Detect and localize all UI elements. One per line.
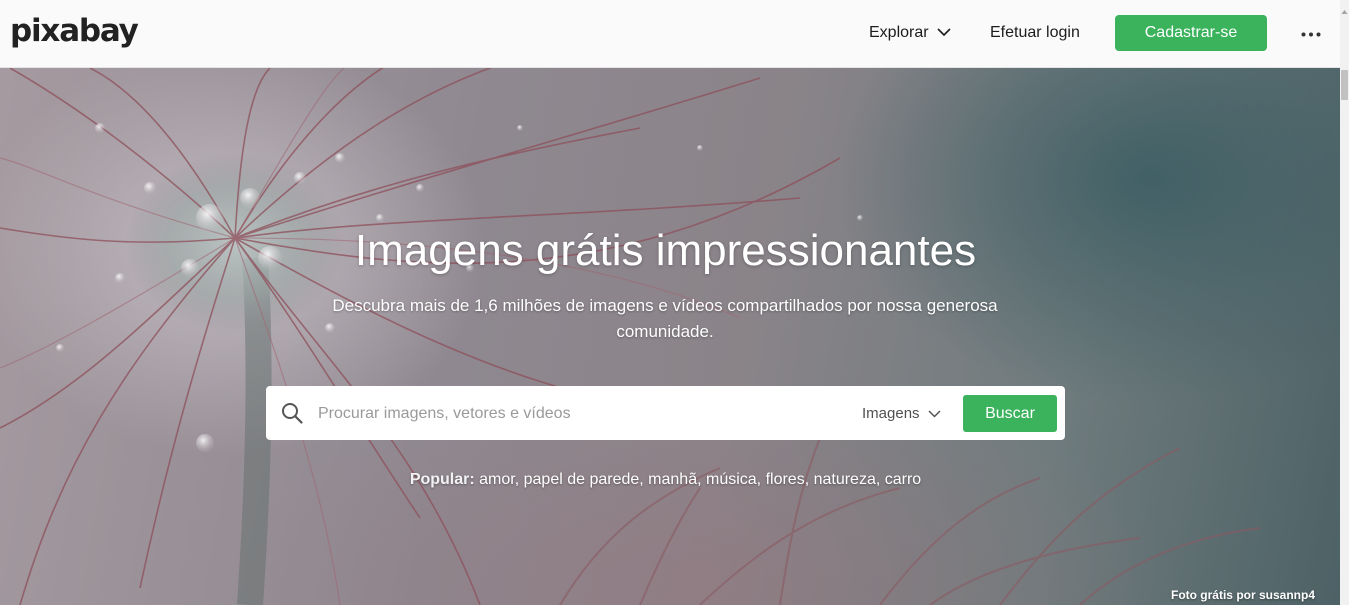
scrollbar-thumb[interactable] [1341,70,1348,100]
photo-credit[interactable]: Foto grátis por susannp4 [1171,588,1315,602]
popular-tag[interactable]: música [706,471,757,488]
scroll-up-arrow-icon[interactable] [1341,2,1348,14]
hero-title: Imagens grátis impressionantes [354,226,977,275]
chevron-down-icon [928,405,941,422]
more-horizontal-icon [1301,24,1321,42]
popular-tag[interactable]: flores [766,471,805,488]
pixabay-logo[interactable]: pixabay [10,11,139,51]
page-scrollbar[interactable] [1340,0,1349,605]
chevron-down-icon [937,24,951,42]
explore-label: Explorar [869,24,929,41]
popular-tag[interactable]: natureza [814,471,876,488]
more-menu-button[interactable] [1296,22,1326,44]
media-type-dropdown[interactable]: Imagens [862,403,941,423]
search-input[interactable] [316,398,840,430]
search-bar: Imagens Buscar [266,386,1065,440]
login-link[interactable]: Efetuar login [990,22,1080,44]
hero-section: Imagens grátis impressionantes Descubra … [0,68,1340,605]
top-navigation-bar: pixabay Explorar Efetuar login Cadastrar… [0,0,1340,68]
popular-tag[interactable]: amor [479,471,515,488]
media-type-label: Imagens [862,404,920,422]
search-icon [281,402,303,424]
popular-tag[interactable]: carro [885,471,921,488]
popular-label: Popular: [409,471,475,488]
popular-tag[interactable]: papel de parede [524,471,640,488]
explore-menu[interactable]: Explorar [869,22,951,44]
popular-tag[interactable]: manhã [648,471,697,488]
popular-searches: Popular: amor, papel de parede, manhã, m… [409,471,922,488]
signup-button[interactable]: Cadastrar-se [1115,15,1267,51]
search-button[interactable]: Buscar [963,395,1057,432]
hero-subtitle: Descubra mais de 1,6 milhões de imagens … [332,296,998,341]
